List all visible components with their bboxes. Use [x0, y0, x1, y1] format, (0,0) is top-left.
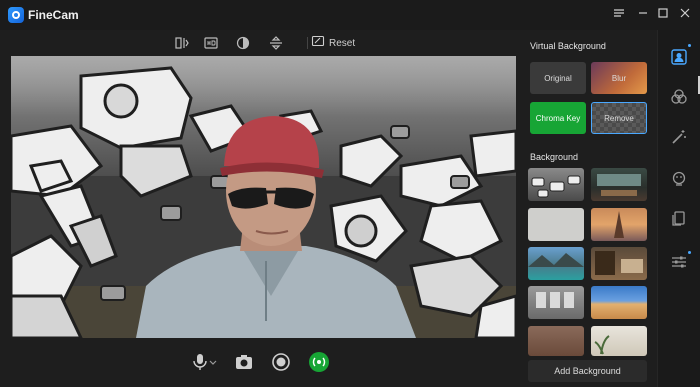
option-label: Chroma Key [535, 113, 581, 123]
background-thumb-eiffel[interactable] [591, 208, 647, 241]
add-background-button[interactable]: Add Background [528, 360, 647, 382]
app-title: FineCam [28, 8, 79, 22]
option-chroma-key[interactable]: Chroma Key [530, 102, 586, 134]
live-icon[interactable] [308, 351, 330, 373]
background-thumb-lounge[interactable] [591, 168, 647, 201]
minimize-icon[interactable] [634, 6, 652, 24]
settings-indicator-dot [688, 251, 691, 254]
mirror-icon[interactable] [174, 35, 190, 51]
close-icon[interactable] [676, 6, 694, 24]
background-thumb-loft[interactable] [528, 286, 584, 319]
reset-button[interactable]: Reset [311, 33, 355, 53]
reset-label: Reset [329, 37, 356, 49]
background-thumb-plaster[interactable] [528, 208, 584, 241]
person-subject [136, 116, 416, 338]
title-bar: FineCam [0, 0, 700, 30]
contrast-icon[interactable] [235, 35, 251, 51]
maximize-icon[interactable] [654, 6, 672, 24]
menu-icon[interactable] [610, 6, 628, 24]
magic-wand-icon[interactable] [670, 128, 688, 146]
background-thumb-library[interactable] [591, 247, 647, 280]
camera-icon[interactable] [233, 351, 255, 373]
portrait-icon[interactable] [670, 48, 688, 66]
background-title: Background [530, 152, 579, 162]
background-thumb-robots[interactable] [528, 168, 584, 201]
toolbar-divider [307, 37, 308, 49]
option-label: Remove [604, 113, 634, 123]
option-label: Blur [611, 73, 627, 83]
virtual-background-title: Virtual Background [530, 41, 606, 51]
add-background-label: Add Background [554, 366, 621, 376]
reset-icon [311, 34, 325, 53]
background-thumb-plant[interactable] [591, 326, 647, 356]
chevron-down-icon[interactable] [207, 351, 219, 373]
flip-icon[interactable] [268, 35, 284, 51]
camera-preview [11, 56, 516, 338]
filter-icon[interactable] [670, 88, 688, 106]
option-label: Original [544, 73, 572, 83]
option-original[interactable]: Original [530, 62, 586, 94]
layout-icon[interactable] [670, 210, 688, 228]
virtual-background-panel: Virtual Background Original Blur Chroma … [520, 30, 657, 387]
settings-sliders-icon[interactable] [670, 253, 688, 271]
background-thumb-desert[interactable] [591, 286, 647, 319]
face-icon[interactable] [670, 170, 688, 188]
option-blur[interactable]: Blur [591, 62, 647, 94]
app-logo [8, 7, 24, 23]
record-icon[interactable] [270, 351, 292, 373]
option-remove[interactable]: Remove [591, 102, 647, 134]
tool-rail [657, 30, 700, 387]
background-thumb-lake[interactable] [528, 247, 584, 280]
video-toolbar: Reset [11, 30, 516, 56]
portrait-indicator-dot [688, 44, 691, 47]
capture-controls [11, 345, 516, 381]
hd-icon[interactable] [203, 35, 219, 51]
background-thumb-brick[interactable] [528, 326, 584, 356]
